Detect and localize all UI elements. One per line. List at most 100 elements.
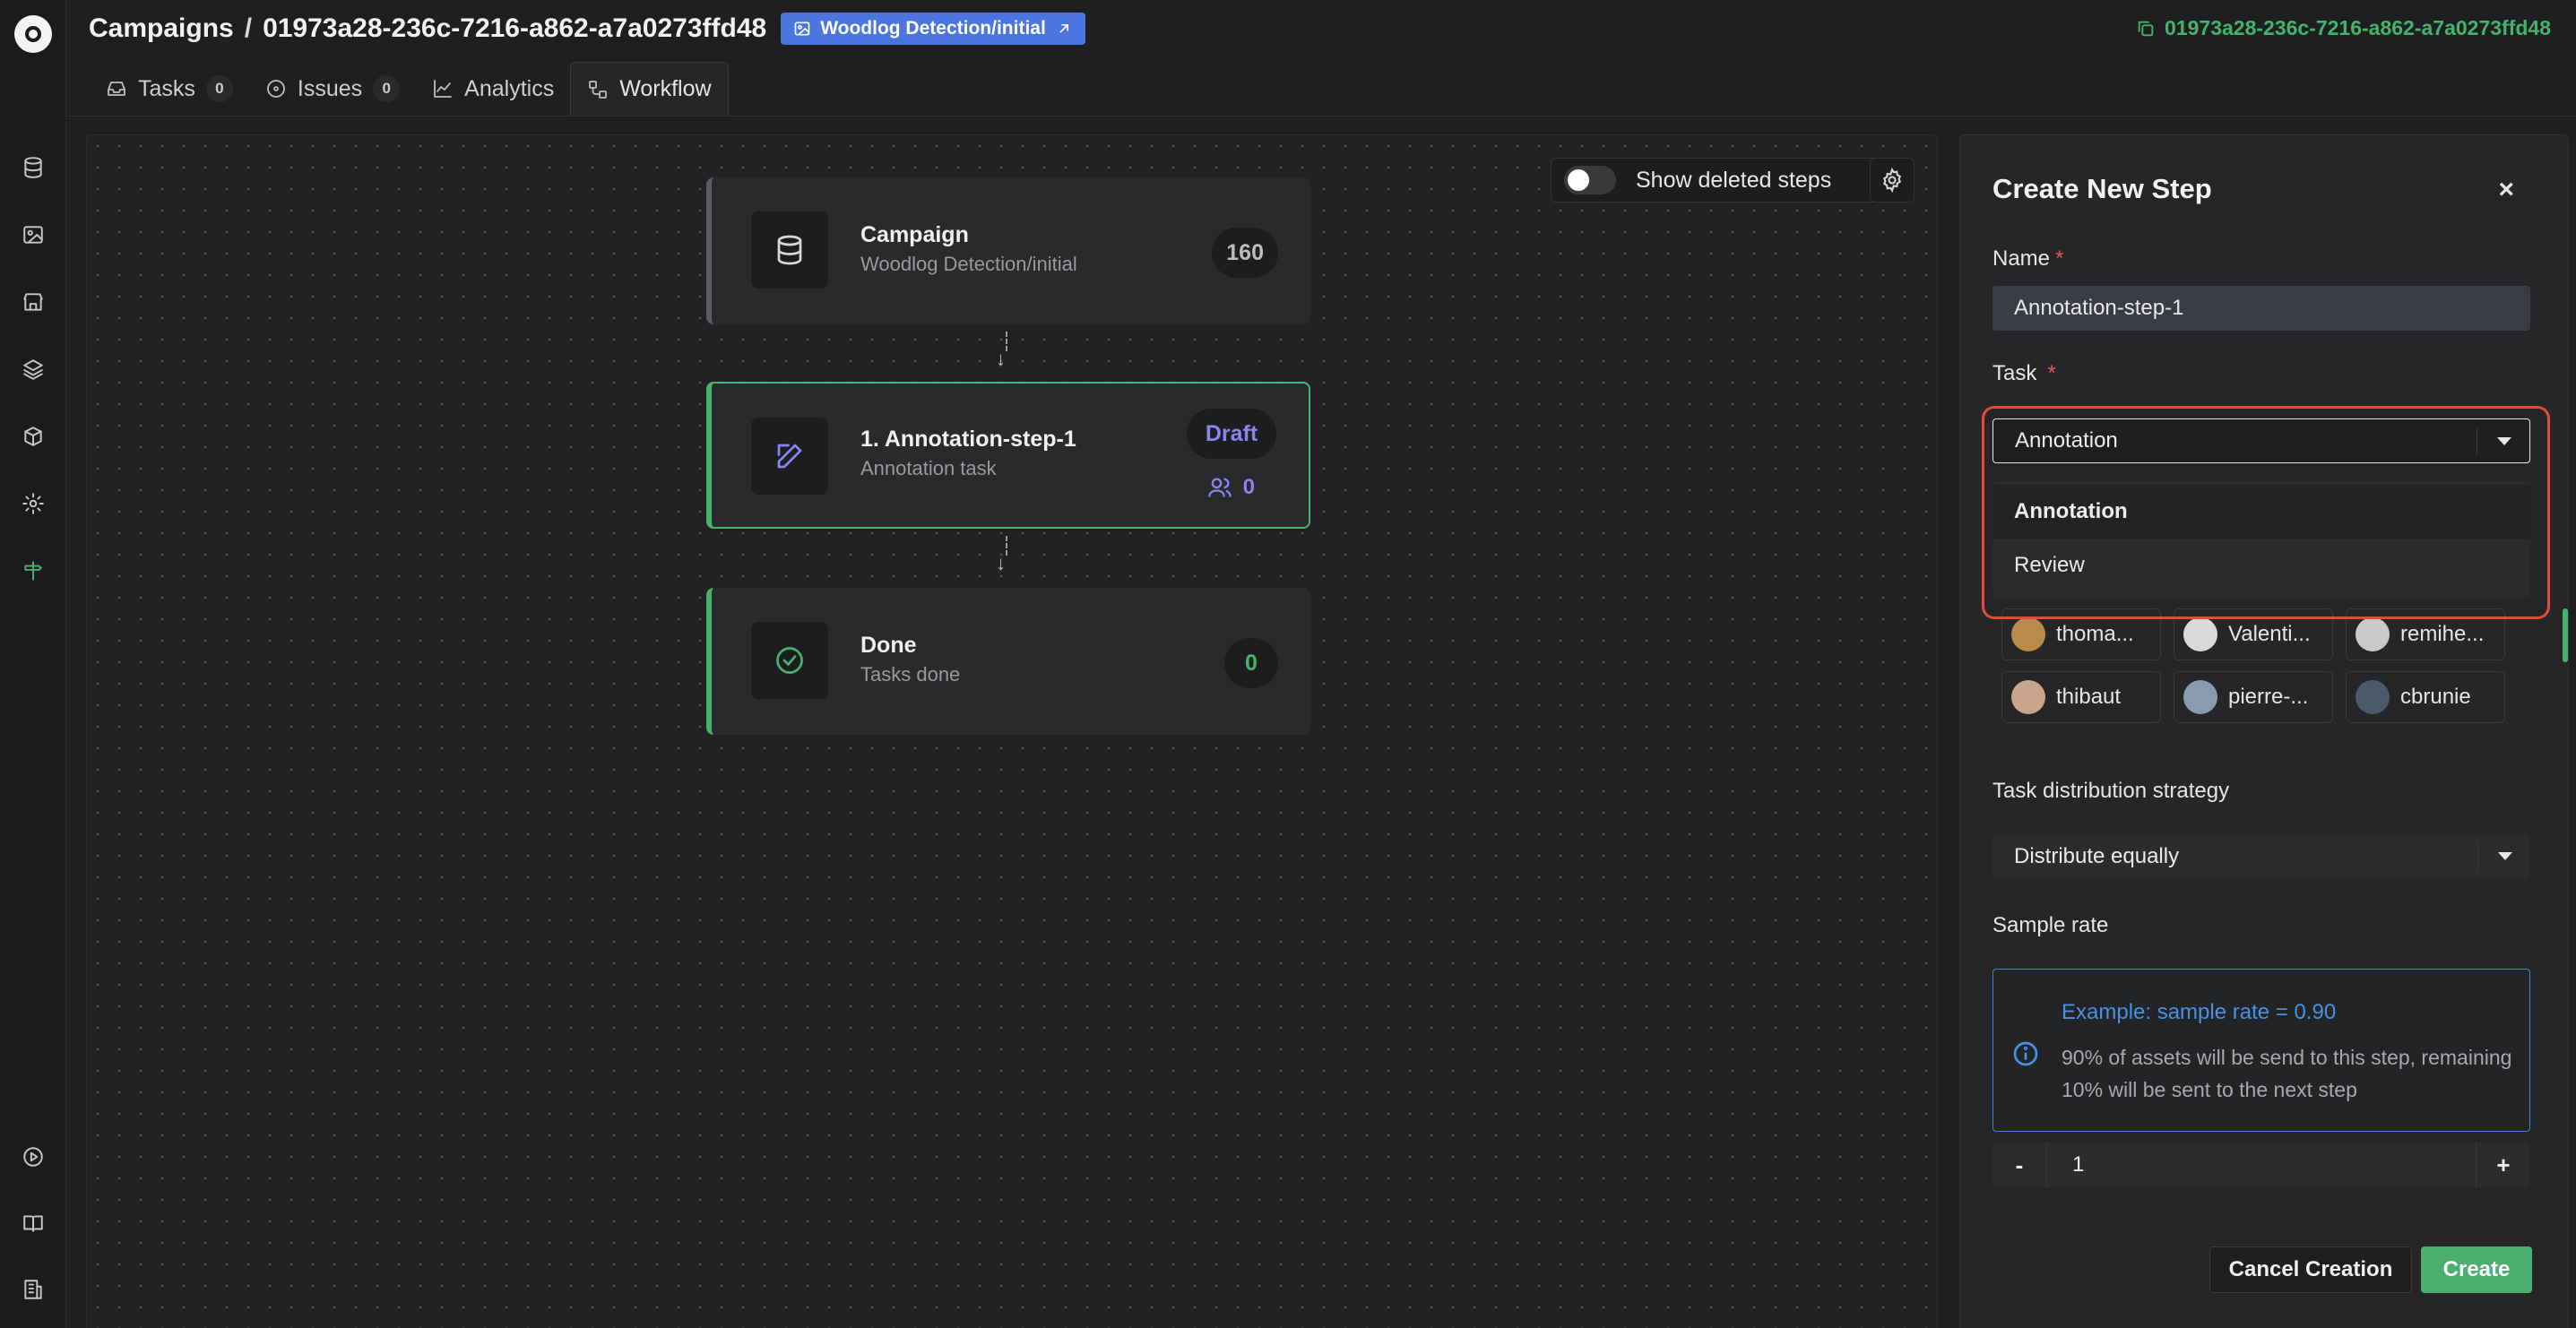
tab-issues-count: 0: [373, 75, 401, 102]
tab-issues[interactable]: Issues 0: [249, 62, 416, 116]
breadcrumb: Campaigns / 01973a28-236c-7216-a862-a7a0…: [89, 13, 1085, 45]
package-icon[interactable]: [20, 423, 47, 450]
store-icon[interactable]: [20, 289, 47, 315]
panel-title: Create New Step: [1993, 173, 2212, 204]
breadcrumb-separator: /: [244, 13, 253, 43]
header: Campaigns / 01973a28-236c-7216-a862-a7a0…: [66, 0, 2576, 59]
cancel-creation-button[interactable]: Cancel Creation: [2209, 1246, 2412, 1293]
arrow-down-icon: ↓: [996, 348, 1006, 370]
database-icon: [751, 211, 828, 289]
assignee-chip[interactable]: pierre-...: [2174, 671, 2333, 723]
task-label: Task *: [1993, 361, 2056, 386]
assignee-name: Valenti...: [2228, 622, 2311, 646]
play-circle-icon[interactable]: [20, 1143, 47, 1170]
info-example: Example: sample rate = 0.90: [2062, 1000, 2337, 1024]
settings-icon[interactable]: [20, 490, 47, 517]
tab-workflow-label: Workflow: [619, 76, 712, 101]
dataset-chip[interactable]: Woodlog Detection/initial: [781, 13, 1085, 45]
assignee-name: remihe...: [2400, 622, 2485, 646]
copy-id-label: 01973a28-236c-7216-a862-a7a0273ffd48: [2165, 16, 2551, 39]
node-title: 1. Annotation-step-1: [860, 427, 1076, 452]
campaign-node[interactable]: Campaign Woodlog Detection/initial 160: [706, 177, 1310, 324]
canvas-settings-button[interactable]: [1870, 158, 1915, 203]
users-count: 0: [1242, 475, 1255, 499]
assignees-list[interactable]: thoma... Valenti... remihe... thibaut pi…: [1993, 601, 2530, 734]
dataset-chip-label: Woodlog Detection/initial: [820, 18, 1046, 39]
info-description: 90% of assets will be send to this step,…: [2062, 1046, 2512, 1101]
avatar: [2183, 680, 2217, 714]
building-icon[interactable]: [20, 1276, 47, 1303]
alert-circle-icon: [267, 80, 285, 98]
sample-rate-stepper: - 1 +: [1993, 1143, 2530, 1187]
done-node[interactable]: Done Tasks done 0: [706, 588, 1310, 735]
avatar: [2011, 617, 2045, 651]
users-icon: [1207, 478, 1232, 497]
assignee-name: cbrunie: [2400, 685, 2471, 709]
assignee-name: thoma...: [2056, 622, 2134, 646]
tab-bar: Tasks 0 Issues 0 Analytics Workflow: [66, 62, 2576, 116]
info-icon: [2011, 1039, 2040, 1073]
increment-button[interactable]: +: [2477, 1143, 2530, 1187]
breadcrumb-campaign-id: 01973a28-236c-7216-a862-a7a0273ffd48: [263, 13, 767, 43]
task-label-text: Task: [1993, 361, 2037, 385]
node-title: Done: [860, 633, 917, 658]
name-label: Name *: [1993, 246, 2063, 272]
sample-rate-input[interactable]: 1: [2046, 1143, 2477, 1187]
required-mark: *: [2047, 361, 2056, 385]
node-count: 160: [1212, 228, 1278, 278]
tab-workflow[interactable]: Workflow: [570, 62, 729, 116]
sample-rate-info: Example: sample rate = 0.90 90% of asset…: [1993, 969, 2530, 1132]
inbox-icon: [108, 82, 125, 96]
app-logo[interactable]: [14, 15, 52, 53]
image-icon[interactable]: [20, 221, 47, 248]
create-step-panel: Create New Step × Name * Annotation-step-…: [1959, 134, 2569, 1328]
connector: [1006, 536, 1007, 556]
node-subtitle: Annotation task: [860, 457, 997, 479]
sample-rate-label: Sample rate: [1993, 913, 2109, 937]
tab-tasks[interactable]: Tasks 0: [90, 62, 249, 116]
step-name-input[interactable]: Annotation-step-1: [1993, 286, 2530, 331]
node-subtitle: Woodlog Detection/initial: [860, 253, 1077, 275]
breadcrumb-campaigns[interactable]: Campaigns: [89, 13, 234, 44]
close-icon[interactable]: ×: [2498, 175, 2514, 205]
workflow-icon: [589, 80, 608, 99]
assigned-users-count: 0: [1207, 475, 1255, 500]
show-deleted-switch[interactable]: [1564, 166, 1616, 194]
gear-icon: [1882, 168, 1902, 193]
show-deleted-toggle[interactable]: Show deleted steps: [1551, 158, 1886, 203]
connector: [1006, 332, 1007, 351]
avatar: [2356, 680, 2390, 714]
show-deleted-label: Show deleted steps: [1636, 167, 1832, 193]
tab-analytics[interactable]: Analytics: [416, 62, 570, 116]
assignee-chip[interactable]: cbrunie: [2346, 671, 2505, 723]
annotation-step-node[interactable]: 1. Annotation-step-1 Annotation task Dra…: [706, 382, 1310, 529]
assignees-scrollbar[interactable]: [2563, 608, 2568, 662]
avatar: [2356, 617, 2390, 651]
distribution-select[interactable]: Distribute equally: [1993, 834, 2530, 879]
tab-tasks-count: 0: [205, 75, 233, 102]
database-icon[interactable]: [20, 154, 47, 181]
book-icon[interactable]: [20, 1210, 47, 1237]
left-rail: [0, 0, 66, 1328]
assignee-chip[interactable]: thibaut: [2001, 671, 2161, 723]
tab-tasks-label: Tasks: [138, 75, 195, 101]
name-label-text: Name: [1993, 246, 2051, 271]
create-button[interactable]: Create: [2421, 1246, 2532, 1293]
signpost-icon[interactable]: [20, 557, 47, 584]
check-circle-icon: [751, 622, 828, 699]
layers-icon[interactable]: [20, 356, 47, 383]
assignee-name: thibaut: [2056, 685, 2122, 709]
decrement-button[interactable]: -: [1993, 1143, 2046, 1187]
tab-issues-label: Issues: [297, 75, 363, 101]
arrow-down-icon: ↓: [996, 552, 1006, 574]
caret-down-icon: [2498, 852, 2512, 860]
tab-analytics-label: Analytics: [464, 75, 555, 101]
assignee-name: pierre-...: [2228, 685, 2309, 709]
distribution-value: Distribute equally: [2014, 844, 2180, 868]
distribution-label: Task distribution strategy: [1993, 779, 2230, 803]
copy-id-button[interactable]: 01973a28-236c-7216-a862-a7a0273ffd48: [2136, 16, 2551, 40]
avatar: [2011, 680, 2045, 714]
avatar: [2183, 617, 2217, 651]
node-subtitle: Tasks done: [860, 663, 961, 686]
node-count: 0: [1224, 638, 1278, 688]
